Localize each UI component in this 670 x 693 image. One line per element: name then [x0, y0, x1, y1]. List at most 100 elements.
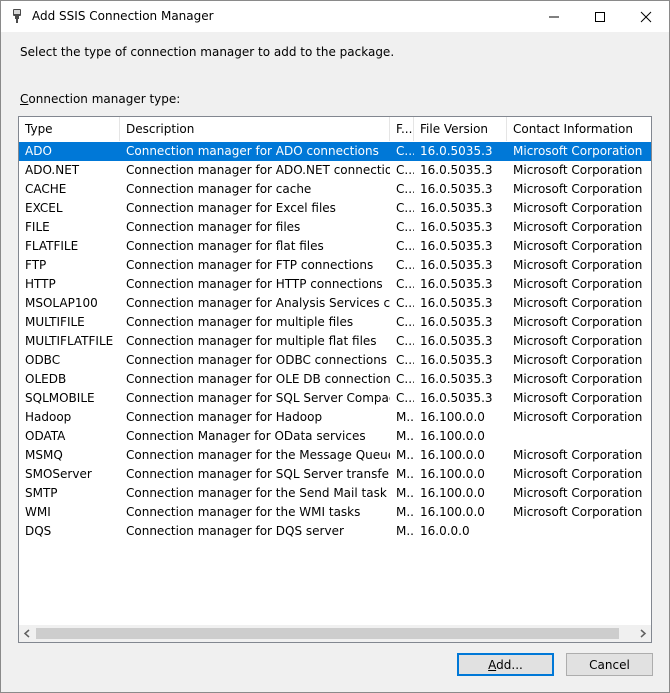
table-row[interactable]: HTTP Connection manager for HTTP connecti…: [19, 275, 651, 294]
cell-type: DQS: [25, 524, 52, 538]
cell-type: OLEDB: [25, 372, 67, 386]
table-row[interactable]: Hadoop Connection manager for Hadoop M... 1…: [19, 408, 651, 427]
cell-file-version: 16.0.5035.3: [420, 182, 493, 196]
cell-description: Connection manager for Analysis Services…: [126, 296, 390, 310]
scroll-right-button[interactable]: [634, 625, 651, 642]
cell-contact-information: Microsoft Corporation: [513, 296, 643, 310]
cell-file: M...: [396, 448, 414, 462]
cell-type: SQLMOBILE: [25, 391, 95, 405]
add-access-key: A: [488, 658, 497, 672]
cancel-button[interactable]: Cancel: [566, 653, 653, 676]
close-icon: [640, 11, 652, 23]
cell-contact-information: Microsoft Corporation: [513, 372, 643, 386]
cell-contact-information: Microsoft Corporation: [513, 410, 643, 424]
cell-description: Connection manager for Excel files: [126, 201, 336, 215]
instruction-text: Select the type of connection manager to…: [20, 45, 395, 59]
table-row[interactable]: ODATA Connection Manager for OData servic…: [19, 427, 651, 446]
column-header-file[interactable]: F...: [390, 117, 414, 141]
cell-file: M...: [396, 467, 414, 481]
cell-type: EXCEL: [25, 201, 63, 215]
table-row[interactable]: MSMQ Connection manager for the Message Q…: [19, 446, 651, 465]
table-row[interactable]: MULTIFILE Connection manager for multiple…: [19, 313, 651, 332]
connection-type-list[interactable]: Type Description F... File Version Conta…: [18, 116, 652, 643]
scroll-left-button[interactable]: [19, 625, 36, 642]
table-row[interactable]: ADO Connection manager for ADO connection…: [19, 142, 651, 161]
cell-description: Connection manager for flat files: [126, 239, 324, 253]
cell-type: ADO.NET: [25, 163, 80, 177]
minimize-icon: [549, 16, 559, 18]
cell-description: Connection manager for ADO connections: [126, 144, 379, 158]
cell-description: Connection manager for cache: [126, 182, 312, 196]
add-button[interactable]: Add...: [457, 653, 554, 676]
cell-description: Connection manager for FTP connections: [126, 258, 374, 272]
ssis-plug-icon: [9, 8, 25, 24]
cell-type: WMI: [25, 505, 51, 519]
cell-contact-information: Microsoft Corporation: [513, 353, 643, 367]
table-row[interactable]: ADO.NET Connection manager for ADO.NET co…: [19, 161, 651, 180]
cell-file: M...: [396, 486, 414, 500]
cell-file-version: 16.100.0.0: [420, 448, 485, 462]
scroll-left-arrow-icon: [23, 629, 30, 638]
cell-type: CACHE: [25, 182, 67, 196]
cell-file: C...: [396, 144, 414, 158]
cell-contact-information: Microsoft Corporation: [513, 182, 643, 196]
cell-description: Connection manager for ADO.NET connectio…: [126, 163, 390, 177]
cell-file-version: 16.0.5035.3: [420, 144, 493, 158]
column-header-type[interactable]: Type: [19, 117, 120, 141]
cell-file: C...: [396, 391, 414, 405]
cell-file: C...: [396, 220, 414, 234]
dialog-window: Add SSIS Connection Manager Select the t…: [0, 0, 670, 693]
cell-file: C...: [396, 182, 414, 196]
table-row[interactable]: SQLMOBILE Connection manager for SQL Serv…: [19, 389, 651, 408]
maximize-button[interactable]: [577, 1, 623, 32]
cell-type: FILE: [25, 220, 50, 234]
table-row[interactable]: MULTIFLATFILE Connection manager for mult…: [19, 332, 651, 351]
cell-contact-information: Microsoft Corporation: [513, 201, 643, 215]
minimize-button[interactable]: [531, 1, 577, 32]
cell-contact-information: Microsoft Corporation: [513, 220, 643, 234]
column-header-description[interactable]: Description: [120, 117, 390, 141]
column-header-file-version[interactable]: File Version: [414, 117, 507, 141]
title-bar[interactable]: Add SSIS Connection Manager: [1, 1, 669, 32]
scrollbar-thumb[interactable]: [36, 628, 619, 639]
cell-type: ODBC: [25, 353, 61, 367]
cell-contact-information: [507, 522, 651, 541]
table-row[interactable]: ODBC Connection manager for ODBC connecti…: [19, 351, 651, 370]
cell-contact-information: [507, 427, 651, 446]
table-row[interactable]: SMTP Connection manager for the Send Mail…: [19, 484, 651, 503]
cell-file: C...: [396, 334, 414, 348]
cell-description: Connection manager for ODBC connections: [126, 353, 388, 367]
cell-file: C...: [396, 315, 414, 329]
cell-description: Connection manager for SQL Server Compac…: [126, 391, 390, 405]
maximize-icon: [595, 12, 605, 22]
cell-description: Connection manager for multiple files: [126, 315, 354, 329]
cell-type: HTTP: [25, 277, 56, 291]
cell-file: C...: [396, 201, 414, 215]
cell-type: SMOServer: [25, 467, 92, 481]
table-row[interactable]: MSOLAP100 Connection manager for Analysis…: [19, 294, 651, 313]
cell-type: MSMQ: [25, 448, 63, 462]
cell-file-version: 16.100.0.0: [420, 467, 485, 481]
column-header-contact-information[interactable]: Contact Information: [507, 117, 651, 141]
table-row[interactable]: EXCEL Connection manager for Excel files C…: [19, 199, 651, 218]
cell-type: FLATFILE: [25, 239, 79, 253]
table-row[interactable]: FTP Connection manager for FTP connection…: [19, 256, 651, 275]
table-row[interactable]: FLATFILE Connection manager for flat file…: [19, 237, 651, 256]
horizontal-scrollbar[interactable]: [19, 625, 651, 642]
cell-file: M...: [396, 505, 414, 519]
cell-file: M...: [396, 429, 414, 443]
cell-file-version: 16.0.5035.3: [420, 353, 493, 367]
list-rows: ADO Connection manager for ADO connection…: [19, 142, 651, 541]
cell-type: ODATA: [25, 429, 66, 443]
cell-file: C...: [396, 239, 414, 253]
table-row[interactable]: WMI Connection manager for the WMI tasks M…: [19, 503, 651, 522]
close-button[interactable]: [623, 1, 669, 32]
table-row[interactable]: CACHE Connection manager for cache C... 16.…: [19, 180, 651, 199]
cell-file-version: 16.0.5035.3: [420, 315, 493, 329]
table-row[interactable]: DQS Connection manager for DQS server M...…: [19, 522, 651, 541]
table-row[interactable]: OLEDB Connection manager for OLE DB conne…: [19, 370, 651, 389]
table-row[interactable]: SMOServer Connection manager for SQL Serv…: [19, 465, 651, 484]
cell-file-version: 16.0.5035.3: [420, 220, 493, 234]
table-row[interactable]: FILE Connection manager for files C... 16.0…: [19, 218, 651, 237]
cell-contact-information: Microsoft Corporation: [513, 239, 643, 253]
